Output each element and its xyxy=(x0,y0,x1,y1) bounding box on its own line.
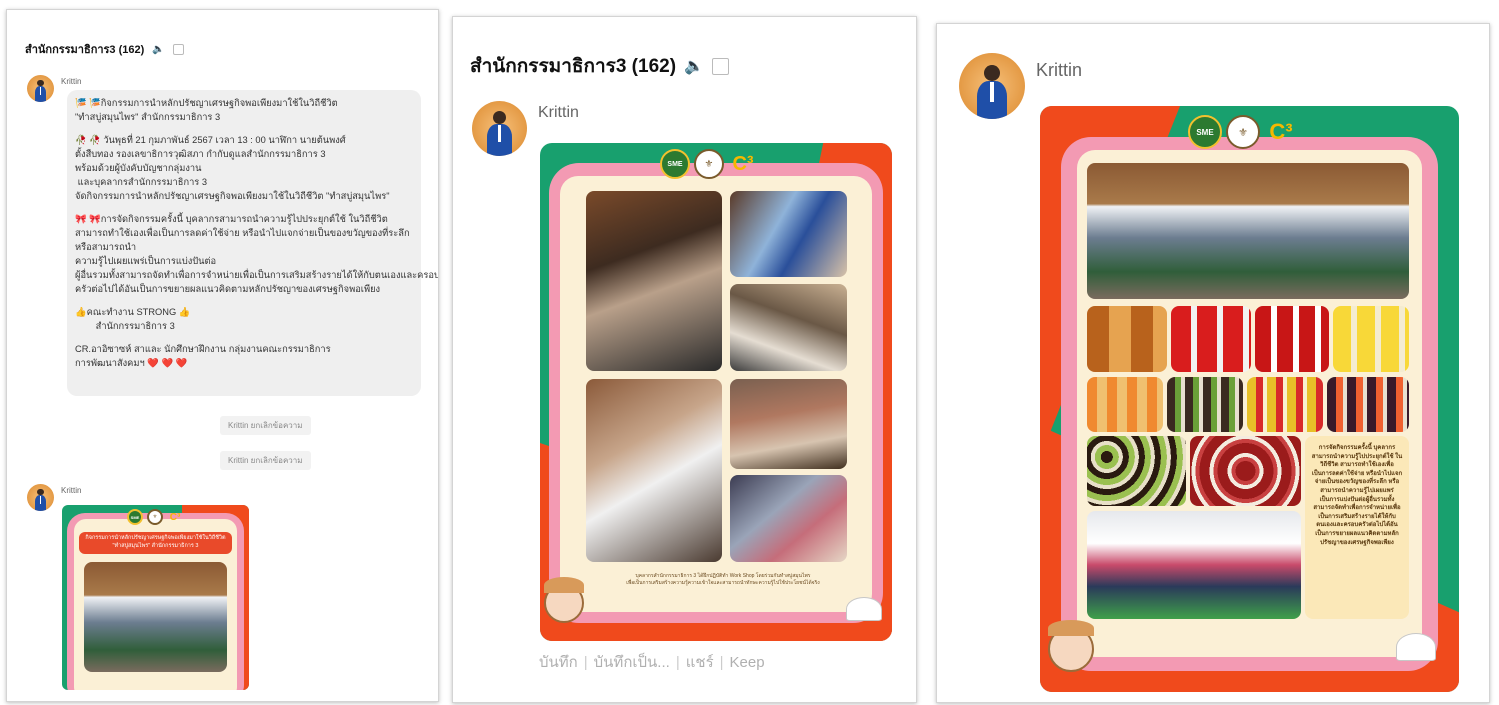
chat-window-image-view: สำนักกรรมาธิการ3 (162) 🔈 Krittin SME ⚜ C… xyxy=(452,16,917,703)
save-as-button[interactable]: บันทึกเป็น... xyxy=(594,654,670,671)
avatar[interactable] xyxy=(472,101,527,156)
chat-window-compact: สำนักกรรมาธิการ3 (162) 🔈 Krittin 🎏 🎏กิจก… xyxy=(6,9,439,702)
product-photo xyxy=(1087,436,1186,506)
unsent-notice: Krittin ยกเลิกข้อความ xyxy=(220,451,311,470)
product-photo xyxy=(1087,377,1163,432)
poster-caption: บุคลากรสำนักกรรมาธิการ 3 ได้ฝึกปฏิบัติทำ… xyxy=(626,573,820,586)
fan-icon xyxy=(846,597,882,621)
sme-logo-icon: SME xyxy=(1188,115,1222,149)
chat-header: สำนักกรรมาธิการ3 (162) 🔈 xyxy=(470,51,729,81)
save-button[interactable]: บันทึก xyxy=(539,654,578,671)
poster-image[interactable]: SME ⚜ C³ การจัดกิจกรรมครั้งนี้ บุคลากรสา… xyxy=(1040,106,1459,692)
group-title: สำนักกรรมาธิการ3 (162) xyxy=(470,56,677,77)
message-bubble[interactable]: 🎏 🎏กิจกรรมการนำหลักปรัชญาเศรษฐกิจพอเพียง… xyxy=(67,90,439,396)
poster-image[interactable]: SME ⚜ C³ บุคลากรสำนักกรรมาธิการ 3 ได้ฝึก… xyxy=(540,143,892,641)
activity-photo xyxy=(586,191,722,371)
activity-photo xyxy=(730,191,847,277)
avatar[interactable] xyxy=(27,484,54,511)
unsent-notice: Krittin ยกเลิกข้อความ xyxy=(220,416,311,435)
product-photo xyxy=(1171,306,1251,372)
activity-photo xyxy=(586,379,722,562)
chat-window-image-view: Krittin SME ⚜ C³ การจัดกิจกรรมครั้งนี้ บ… xyxy=(936,23,1490,703)
group-title: สำนักกรรมาธิการ3 (162) xyxy=(25,44,145,56)
product-photo xyxy=(1087,306,1167,372)
sender-name: Krittin xyxy=(61,486,82,495)
activity-photo xyxy=(1087,511,1301,619)
cartoon-girl-icon xyxy=(1048,620,1094,672)
activity-photo xyxy=(84,562,227,672)
activity-photo xyxy=(730,284,847,371)
message-paragraph: 🎏 🎏กิจกรรมการนำหลักปรัชญาเศรษฐกิจพอเพียง… xyxy=(75,98,338,122)
sme-logo-icon: SME xyxy=(660,149,690,179)
message-paragraph: 👍คณะทำงาน STRONG 👍 สำนักกรรมาธิการ 3 xyxy=(75,307,191,331)
product-photo xyxy=(1247,377,1323,432)
message-paragraph: 🎀 🎀การจัดกิจกรรมครั้งนี้ บุคลากรสามารถนำ… xyxy=(75,214,439,294)
mute-icon[interactable]: 🔈 xyxy=(684,56,704,76)
fan-icon xyxy=(1396,633,1436,661)
mute-icon[interactable]: 🔈 xyxy=(152,44,164,55)
poster-image[interactable]: SME ⚜ C³ กิจกรรมการนำหลักปรัชญาเศรษฐกิจพ… xyxy=(62,505,249,690)
avatar[interactable] xyxy=(959,53,1025,119)
chat-header: สำนักกรรมาธิการ3 (162) 🔈 xyxy=(25,40,184,58)
poster-banner: กิจกรรมการนำหลักปรัชญาเศรษฐกิจพอเพียงมาใ… xyxy=(79,532,232,554)
product-photo xyxy=(1327,377,1409,432)
activity-photo xyxy=(730,379,847,469)
sender-name: Krittin xyxy=(61,77,82,86)
message-paragraph: 🥀 🥀 วันพุธที่ 21 กุมภาพันธ์ 2567 เวลา 13… xyxy=(75,135,390,201)
avatar[interactable] xyxy=(27,75,54,102)
emblem-icon: ⚜ xyxy=(694,149,724,179)
message-paragraph: CR.อาอิซาซห์ สาและ นักศึกษาฝึกงาน กลุ่มง… xyxy=(75,344,331,368)
keep-button[interactable]: Keep xyxy=(730,654,765,671)
cartoon-girl-icon xyxy=(544,577,584,623)
product-photo xyxy=(1255,306,1329,372)
c3-logo-icon: C³ xyxy=(169,511,181,523)
emblem-icon: ⚜ xyxy=(147,509,163,525)
sender-name: Krittin xyxy=(1036,60,1083,80)
c3-logo-icon: C³ xyxy=(732,152,754,175)
product-photo xyxy=(1167,377,1243,432)
c3-logo-icon: C³ xyxy=(1269,119,1293,144)
image-actions: บันทึก | บันทึกเป็น... | แชร์ | Keep xyxy=(539,654,765,671)
sme-logo-icon: SME xyxy=(127,509,143,525)
sender-name: Krittin xyxy=(538,104,579,121)
product-photo xyxy=(1333,306,1409,372)
product-photo xyxy=(1190,436,1301,506)
copy-icon[interactable] xyxy=(172,43,184,55)
emblem-icon: ⚜ xyxy=(1226,115,1260,149)
poster-textbox: การจัดกิจกรรมครั้งนี้ บุคลากรสามารถนำควา… xyxy=(1305,436,1409,619)
activity-photo xyxy=(1087,163,1409,299)
activity-photo xyxy=(730,475,847,562)
copy-icon[interactable] xyxy=(711,57,729,75)
share-button[interactable]: แชร์ xyxy=(686,654,714,671)
